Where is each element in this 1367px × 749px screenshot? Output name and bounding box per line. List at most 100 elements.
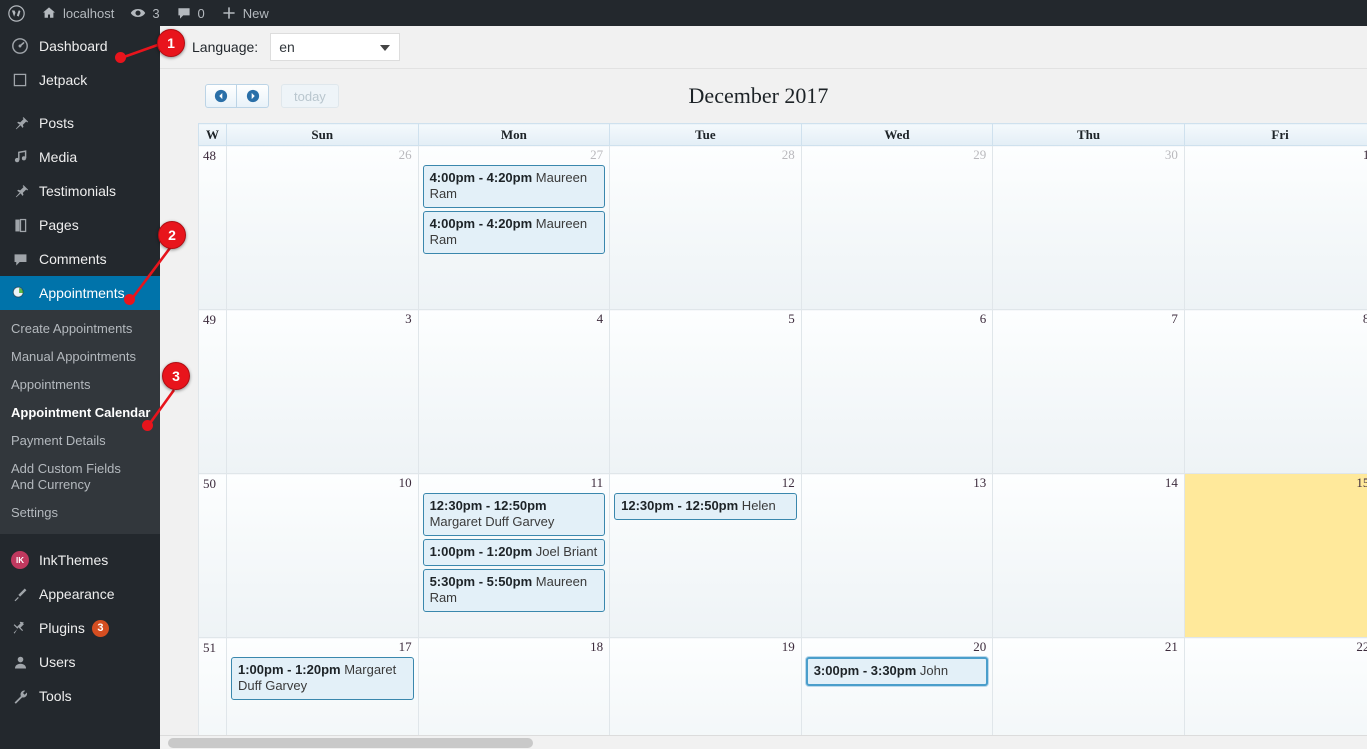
calendar-nav-buttons <box>205 84 269 108</box>
calendar-day-cell[interactable]: 6 <box>800 309 994 474</box>
calendar-event[interactable]: 4:00pm - 4:20pm Maureen Ram <box>422 211 606 254</box>
sidebar-item-comments[interactable]: Comments <box>0 242 160 276</box>
submenu-item-create-appointments[interactable]: Create Appointments <box>0 315 160 343</box>
updates-button[interactable]: 3 <box>122 0 167 26</box>
site-name-label: localhost <box>63 5 115 21</box>
day-events <box>1185 327 1367 329</box>
calendar-event[interactable]: 12:30pm - 12:50pm Helen <box>614 493 797 520</box>
day-number: 20 <box>973 639 987 654</box>
calendar-event[interactable]: 3:00pm - 3:30pm John <box>805 657 989 686</box>
day-events <box>802 491 993 493</box>
day-number: 1 <box>1362 147 1367 162</box>
calendar-week-row: 48 26 27 4:00pm - 4:20pm Maureen Ram 4:00pm … <box>198 145 1367 310</box>
horizontal-scrollbar[interactable] <box>160 735 1367 749</box>
calendar-event[interactable]: 1:00pm - 1:20pm Joel Briant <box>422 539 606 566</box>
event-time: 1:00pm - 1:20pm <box>238 662 341 677</box>
new-label: New <box>242 5 269 21</box>
wordpress-logo-icon <box>8 4 25 22</box>
calendar-day-cell[interactable]: 4 <box>417 309 611 474</box>
calendar-day-cell[interactable]: 14 <box>992 473 1185 638</box>
calendar-grid: W Sun Mon Tue Wed Thu Fri Sat 4826274:00… <box>198 123 1367 749</box>
sidebar-item-tools[interactable]: Tools <box>0 679 160 713</box>
tools-icon <box>10 686 30 706</box>
prev-month-button[interactable] <box>205 84 237 108</box>
sidebar-item-posts[interactable]: Posts <box>0 106 160 140</box>
language-select[interactable]: en <box>270 33 401 61</box>
updates-count: 3 <box>152 5 160 21</box>
sidebar-item-appearance[interactable]: Appearance <box>0 577 160 611</box>
sidebar-item-dashboard[interactable]: Dashboard <box>0 29 160 63</box>
plus-icon <box>221 5 237 21</box>
calendar-day-cell[interactable]: 10 <box>226 473 419 638</box>
submenu-item-appointments[interactable]: Appointments <box>0 371 160 399</box>
sidebar-item-pages[interactable]: Pages <box>0 208 160 242</box>
calendar-week-row: 51 17 1:00pm - 1:20pm Margaret Duff Garvey… <box>198 637 1367 749</box>
event-time: 1:00pm - 1:20pm <box>429 544 533 559</box>
sidebar-item-media[interactable]: Media <box>0 140 160 174</box>
today-button[interactable]: today <box>281 84 339 108</box>
sidebar-divider-2 <box>0 534 160 543</box>
calendar-day-cell[interactable]: 29 <box>800 145 994 310</box>
calendar-day-cell[interactable]: 8 <box>1183 309 1367 474</box>
calendar-event[interactable]: 12:30pm - 12:50pm Margaret Duff Garvey <box>422 493 606 536</box>
calendar-day-cell[interactable]: 28 <box>609 145 802 310</box>
media-icon <box>10 147 30 167</box>
day-events <box>1185 163 1367 165</box>
day-number: 6 <box>979 311 987 326</box>
sidebar-item-appointments[interactable]: Appointments <box>0 276 168 310</box>
calendar-day-cell[interactable]: 27 4:00pm - 4:20pm Maureen Ram 4:00pm - 4:… <box>417 145 611 310</box>
sidebar-item-jetpack[interactable]: Jetpack <box>0 63 160 97</box>
calendar-event[interactable]: 5:30pm - 5:50pm Maureen Ram <box>422 569 606 612</box>
calendar-day-cell[interactable]: 19 <box>609 637 802 749</box>
calendar-day-cell[interactable]: 26 <box>226 145 419 310</box>
site-name-button[interactable]: localhost <box>33 0 122 26</box>
day-header-tue: Tue <box>609 123 802 146</box>
submenu-item-add-custom-fields-and-currency[interactable]: Add Custom Fields And Currency <box>0 455 160 499</box>
week-number-cell: 49 <box>198 309 227 474</box>
sidebar-item-plugins[interactable]: Plugins 3 <box>0 611 160 645</box>
calendar-day-cell[interactable]: 18 <box>417 637 611 749</box>
submenu-item-payment-details[interactable]: Payment Details <box>0 427 160 455</box>
sidebar-item-testimonials[interactable]: Testimonials <box>0 174 160 208</box>
comments-button[interactable]: 0 <box>168 0 213 26</box>
calendar-day-cell[interactable]: 12 12:30pm - 12:50pm Helen <box>609 473 802 638</box>
calendar-body: 4 8 26 27 4:00pm - 4:20pm Maureen Ram 4:00pm … <box>198 145 1367 749</box>
calendar-day-cell[interactable]: 30 <box>992 145 1185 310</box>
day-number: 18 <box>590 639 604 654</box>
calendar-day-cell[interactable]: 20 3:00pm - 3:30pm John <box>800 637 994 749</box>
calendar-day-cell[interactable]: 17 1:00pm - 1:20pm Margaret Duff Garvey <box>226 637 419 749</box>
submenu-item-settings[interactable]: Settings <box>0 499 160 527</box>
calendar-day-cell[interactable]: 15 <box>1183 473 1367 638</box>
sidebar-item-label: Appearance <box>39 586 115 602</box>
sidebar-item-inkthemes[interactable]: IK InkThemes <box>0 543 160 577</box>
calendar-event[interactable]: 1:00pm - 1:20pm Margaret Duff Garvey <box>231 657 414 700</box>
calendar-day-cell[interactable]: 13 <box>800 473 994 638</box>
calendar-day-cell[interactable]: 22 <box>1183 637 1367 749</box>
day-events <box>1185 491 1367 493</box>
calendar-day-cell[interactable]: 3 <box>226 309 419 474</box>
sidebar-item-label: Dashboard <box>39 38 108 54</box>
scrollbar-thumb[interactable] <box>168 738 533 748</box>
sidebar-item-label: Appointments <box>39 285 125 301</box>
day-events: 12:30pm - 12:50pm Helen <box>610 491 801 520</box>
submenu-item-manual-appointments[interactable]: Manual Appointments <box>0 343 160 371</box>
calendar-day-cell[interactable]: 11 12:30pm - 12:50pm Margaret Duff Garvey… <box>417 473 611 638</box>
new-content-button[interactable]: New <box>213 0 277 26</box>
sidebar-item-label: Testimonials <box>39 183 117 199</box>
day-number: 22 <box>1356 639 1367 654</box>
calendar-event[interactable]: 4:00pm - 4:20pm Maureen Ram <box>422 165 606 208</box>
next-month-button[interactable] <box>237 84 269 108</box>
day-events <box>802 163 993 165</box>
submenu-item-appointment-calendar[interactable]: Appointment Calendar <box>0 399 160 427</box>
calendar-day-cell[interactable]: 1 <box>1183 145 1367 310</box>
event-time: 12:30pm - 12:50pm <box>429 498 547 513</box>
appointments-icon <box>10 283 30 303</box>
calendar-day-cell[interactable]: 21 <box>992 637 1185 749</box>
sidebar-item-label: Tools <box>39 688 72 704</box>
sidebar-item-users[interactable]: Users <box>0 645 160 679</box>
wordpress-logo-button[interactable] <box>0 0 33 26</box>
calendar-day-cell[interactable]: 5 <box>609 309 802 474</box>
day-events: 4:00pm - 4:20pm Maureen Ram 4:00pm - 4:20… <box>419 163 610 254</box>
day-number: 12 <box>781 475 795 490</box>
calendar-day-cell[interactable]: 7 <box>992 309 1185 474</box>
